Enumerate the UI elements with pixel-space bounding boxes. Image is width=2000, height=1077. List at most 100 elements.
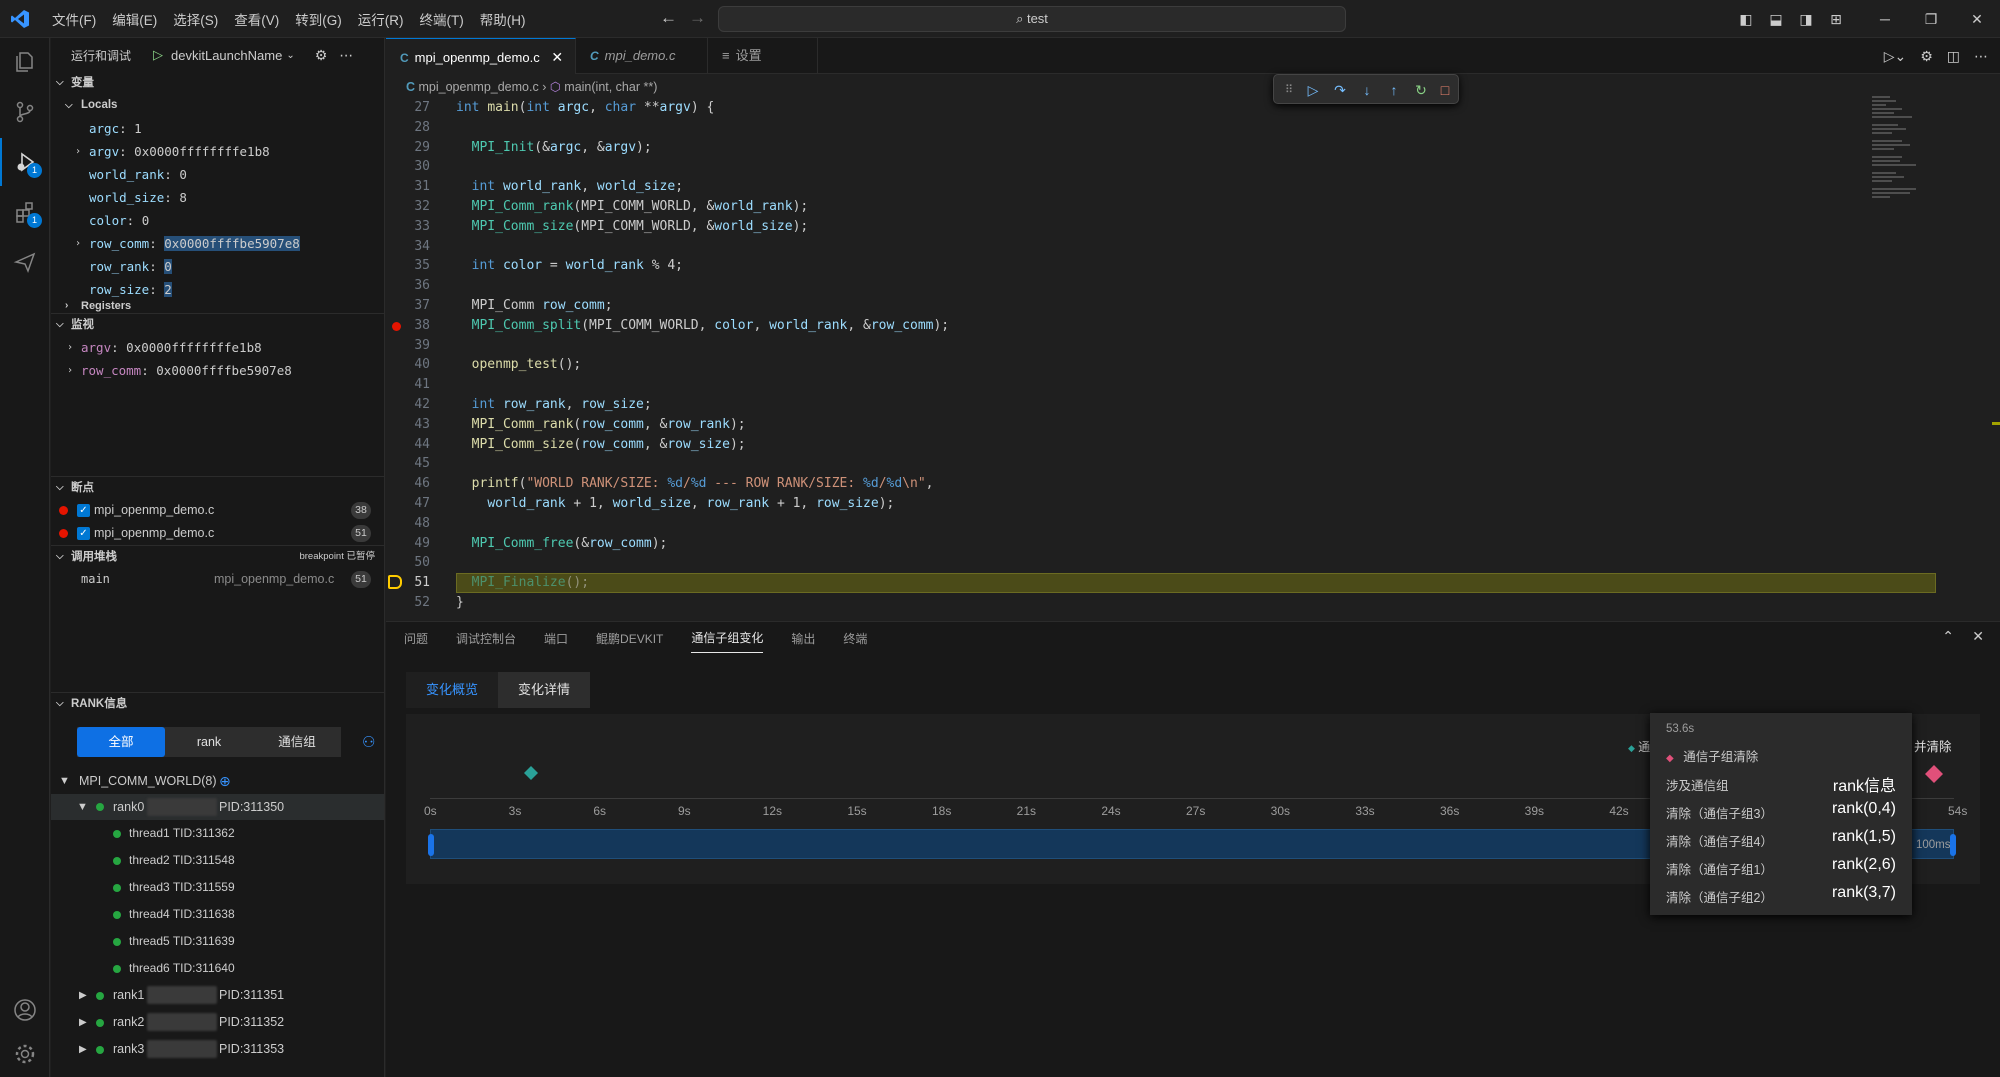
drag-handle-icon[interactable]: ⠿: [1280, 81, 1298, 99]
manage-gear-icon[interactable]: [0, 1030, 50, 1077]
explorer-icon[interactable]: [0, 38, 50, 86]
code-line[interactable]: MPI_Finalize();: [456, 573, 589, 593]
breadcrumb-symbol[interactable]: main(int, char **): [564, 80, 657, 94]
menu-go[interactable]: 转到(G): [287, 9, 350, 29]
registers-scope[interactable]: › Registers: [51, 300, 384, 312]
step-out-icon[interactable]: ↑: [1385, 81, 1403, 99]
panel-tab-devkit[interactable]: 鲲鹏DEVKIT: [596, 624, 663, 653]
customize-layout-icon[interactable]: ⊞: [1824, 11, 1848, 28]
toggle-primary-sidebar-icon[interactable]: ◧: [1734, 11, 1758, 28]
command-center-search[interactable]: ⌕ test: [718, 6, 1346, 32]
maximize-panel-icon[interactable]: ⌃: [1942, 628, 1954, 645]
panel-tab-ports[interactable]: 端口: [544, 624, 568, 653]
code-line[interactable]: MPI_Comm_size(MPI_COMM_WORLD, &world_siz…: [456, 217, 809, 237]
thread-row[interactable]: thread6 TID:311640: [51, 955, 384, 982]
tab-mpi-openmp-demo[interactable]: Cmpi_openmp_demo.c ✕: [386, 38, 576, 74]
rank-row[interactable]: ▶ rank1 PID:311351: [51, 982, 384, 1009]
launch-config-select[interactable]: devkitLaunchName: [171, 48, 282, 63]
debug-settings-gear-icon[interactable]: ⚙: [315, 47, 328, 64]
panel-tab-output[interactable]: 输出: [791, 624, 815, 653]
rank-row[interactable]: ▶ rank3 PID:311353: [51, 1036, 384, 1063]
rank-info-section-title[interactable]: ⌵ RANK信息: [51, 692, 384, 714]
rank-row[interactable]: ▶ rank2 PID:311352: [51, 1009, 384, 1036]
code-line[interactable]: printf("WORLD RANK/SIZE: %d/%d --- ROW R…: [456, 474, 934, 494]
rank-row[interactable]: ▼ rank0 PID:311350: [51, 794, 384, 820]
code-line[interactable]: MPI_Comm row_comm;: [456, 296, 613, 316]
code-line[interactable]: MPI_Comm_rank(MPI_COMM_WORLD, &world_ran…: [456, 197, 809, 217]
close-panel-icon[interactable]: ✕: [1972, 628, 1984, 645]
locals-scope[interactable]: ⌵ Locals: [51, 94, 384, 117]
thread-row[interactable]: thread3 TID:311559: [51, 874, 384, 901]
code-line[interactable]: int row_rank, row_size;: [456, 395, 652, 415]
restore-icon[interactable]: ❐: [1908, 11, 1954, 28]
subtab-details[interactable]: 变化详情: [498, 672, 591, 708]
toggle-panel-icon[interactable]: ⬓: [1764, 11, 1788, 28]
code-line[interactable]: MPI_Comm_rank(row_comm, &row_rank);: [456, 415, 746, 435]
thread-row[interactable]: thread1 TID:311362: [51, 820, 384, 847]
run-debug-dropdown-icon[interactable]: ▷⌄: [1884, 48, 1907, 65]
panel-tab-comm-changes[interactable]: 通信子组变化: [691, 623, 764, 653]
start-debug-icon[interactable]: ▷: [153, 47, 163, 63]
minimap[interactable]: [1870, 94, 1950, 614]
source-control-icon[interactable]: [0, 88, 50, 136]
code-line[interactable]: openmp_test();: [456, 355, 582, 375]
breadcrumb-file[interactable]: mpi_openmp_demo.c: [419, 80, 539, 94]
menu-file[interactable]: 文件(F): [44, 9, 104, 29]
watch-row[interactable]: › argv: 0x0000ffffffffe1b8: [51, 336, 384, 359]
variable-row[interactable]: row_size: 2: [51, 278, 384, 301]
menu-selection[interactable]: 选择(S): [165, 9, 226, 29]
continue-icon[interactable]: ▷: [1304, 81, 1322, 99]
close-window-icon[interactable]: ✕: [1954, 11, 2000, 28]
minimize-icon[interactable]: ─: [1862, 11, 1908, 27]
rank-topology-icon[interactable]: ⚇: [362, 733, 375, 751]
range-handle-left[interactable]: [428, 834, 434, 856]
panel-tab-problems[interactable]: 问题: [404, 624, 428, 653]
panel-tab-debug-console[interactable]: 调试控制台: [456, 624, 516, 653]
thread-row[interactable]: thread2 TID:311548: [51, 847, 384, 874]
step-over-icon[interactable]: ↷: [1331, 81, 1349, 99]
variable-row[interactable]: › row_comm: 0x0000ffffbe5907e8: [51, 232, 384, 255]
code-line[interactable]: MPI_Comm_split(MPI_COMM_WORLD, color, wo…: [456, 316, 949, 336]
split-editor-icon[interactable]: ◫: [1947, 48, 1960, 65]
editor-more-icon[interactable]: ⋯: [1974, 48, 1988, 65]
code-line[interactable]: world_rank + 1, world_size, row_rank + 1…: [456, 494, 894, 514]
stop-icon[interactable]: □: [1436, 81, 1454, 99]
code-line[interactable]: }: [456, 593, 464, 613]
code-line[interactable]: MPI_Comm_free(&row_comm);: [456, 534, 668, 554]
extensions-icon[interactable]: 1: [0, 188, 50, 236]
restart-icon[interactable]: ↻: [1412, 81, 1430, 99]
variable-row[interactable]: argc: 1: [51, 117, 384, 140]
breakpoint-item[interactable]: ✓ mpi_openmp_demo.c 38: [51, 499, 384, 522]
rank-tab-rank[interactable]: rank: [165, 727, 253, 757]
code-line[interactable]: MPI_Init(&argc, &argv);: [456, 138, 652, 158]
variable-row[interactable]: › argv: 0x0000ffffffffe1b8: [51, 140, 384, 163]
step-into-icon[interactable]: ↓: [1358, 81, 1376, 99]
panel-tab-terminal[interactable]: 终端: [843, 624, 867, 653]
tab-mpi-demo[interactable]: Cmpi_demo.c: [576, 38, 708, 74]
code-line[interactable]: int color = world_rank % 4;: [456, 256, 683, 276]
chevron-down-icon[interactable]: ⌄: [286, 50, 294, 61]
code-line[interactable]: int main(int argc, char **argv) {: [456, 98, 714, 118]
comm-world-row[interactable]: ▼ MPI_COMM_WORLD(8) ⊕: [51, 768, 384, 794]
watch-section-title[interactable]: ⌵ 监视: [51, 313, 384, 335]
breakpoints-section-title[interactable]: ⌵ 断点: [51, 476, 384, 498]
locate-icon[interactable]: ⊕: [219, 768, 231, 794]
menu-terminal[interactable]: 终端(T): [412, 9, 472, 29]
rank-tab-group[interactable]: 通信组: [253, 727, 341, 757]
breakpoint-checkbox[interactable]: ✓: [77, 527, 90, 540]
close-tab-icon[interactable]: ✕: [551, 49, 563, 65]
variable-row[interactable]: world_size: 8: [51, 186, 384, 209]
callstack-section-title[interactable]: ⌵ 调用堆栈 breakpoint 已暂停: [51, 545, 384, 567]
subtab-overview[interactable]: 变化概览: [406, 672, 499, 708]
rank-tab-all[interactable]: 全部: [77, 727, 165, 757]
run-and-debug-icon[interactable]: 1: [0, 138, 50, 186]
code-line[interactable]: int world_rank, world_size;: [456, 177, 683, 197]
variable-row[interactable]: row_rank: 0: [51, 255, 384, 278]
menu-view[interactable]: 查看(V): [226, 9, 287, 29]
thread-row[interactable]: thread5 TID:311639: [51, 928, 384, 955]
devkit-send-icon[interactable]: [0, 238, 50, 286]
menu-edit[interactable]: 编辑(E): [104, 9, 165, 29]
forward-arrow-icon[interactable]: →: [689, 8, 706, 28]
tab-settings[interactable]: ≡ 设置: [708, 38, 818, 74]
account-icon[interactable]: [0, 986, 50, 1034]
